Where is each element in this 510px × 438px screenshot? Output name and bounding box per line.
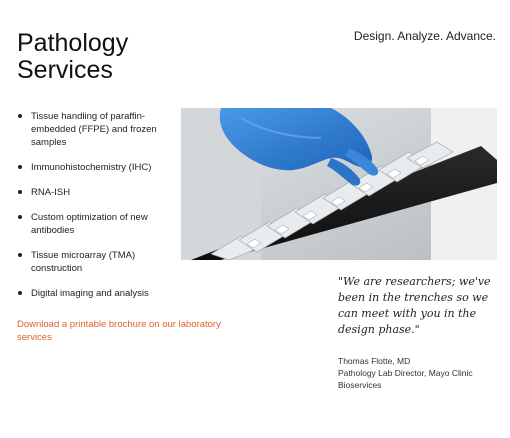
quote-attribution: Thomas Flotte, MD Pathology Lab Director… bbox=[338, 355, 503, 391]
testimonial-quote: "We are researchers; we've been in the t… bbox=[338, 275, 491, 336]
author-title: Pathology Lab Director, Mayo Clinic bbox=[338, 368, 473, 378]
list-item: Digital imaging and analysis bbox=[17, 287, 167, 300]
list-item: Custom optimization of new antibodies bbox=[17, 211, 167, 237]
page-title-line2: Services bbox=[17, 56, 113, 84]
page-title-line1: Pathology bbox=[17, 29, 129, 57]
services-list: Tissue handling of paraffin-embedded (FF… bbox=[17, 110, 167, 312]
list-item: Tissue microarray (TMA) construction bbox=[17, 249, 167, 275]
lab-slides-photo bbox=[181, 108, 497, 260]
list-item: Immunohistochemistry (IHC) bbox=[17, 161, 167, 174]
tagline: Design. Analyze. Advance. bbox=[353, 29, 496, 43]
author-name: Thomas Flotte, MD bbox=[338, 356, 411, 366]
brochure-download-link[interactable]: Download a printable brochure on our lab… bbox=[17, 318, 242, 344]
page-title: Pathology Services bbox=[17, 30, 187, 84]
list-item: Tissue handling of paraffin-embedded (FF… bbox=[17, 110, 167, 149]
author-org: Bioservices bbox=[338, 380, 382, 390]
list-item: RNA-ISH bbox=[17, 186, 167, 199]
